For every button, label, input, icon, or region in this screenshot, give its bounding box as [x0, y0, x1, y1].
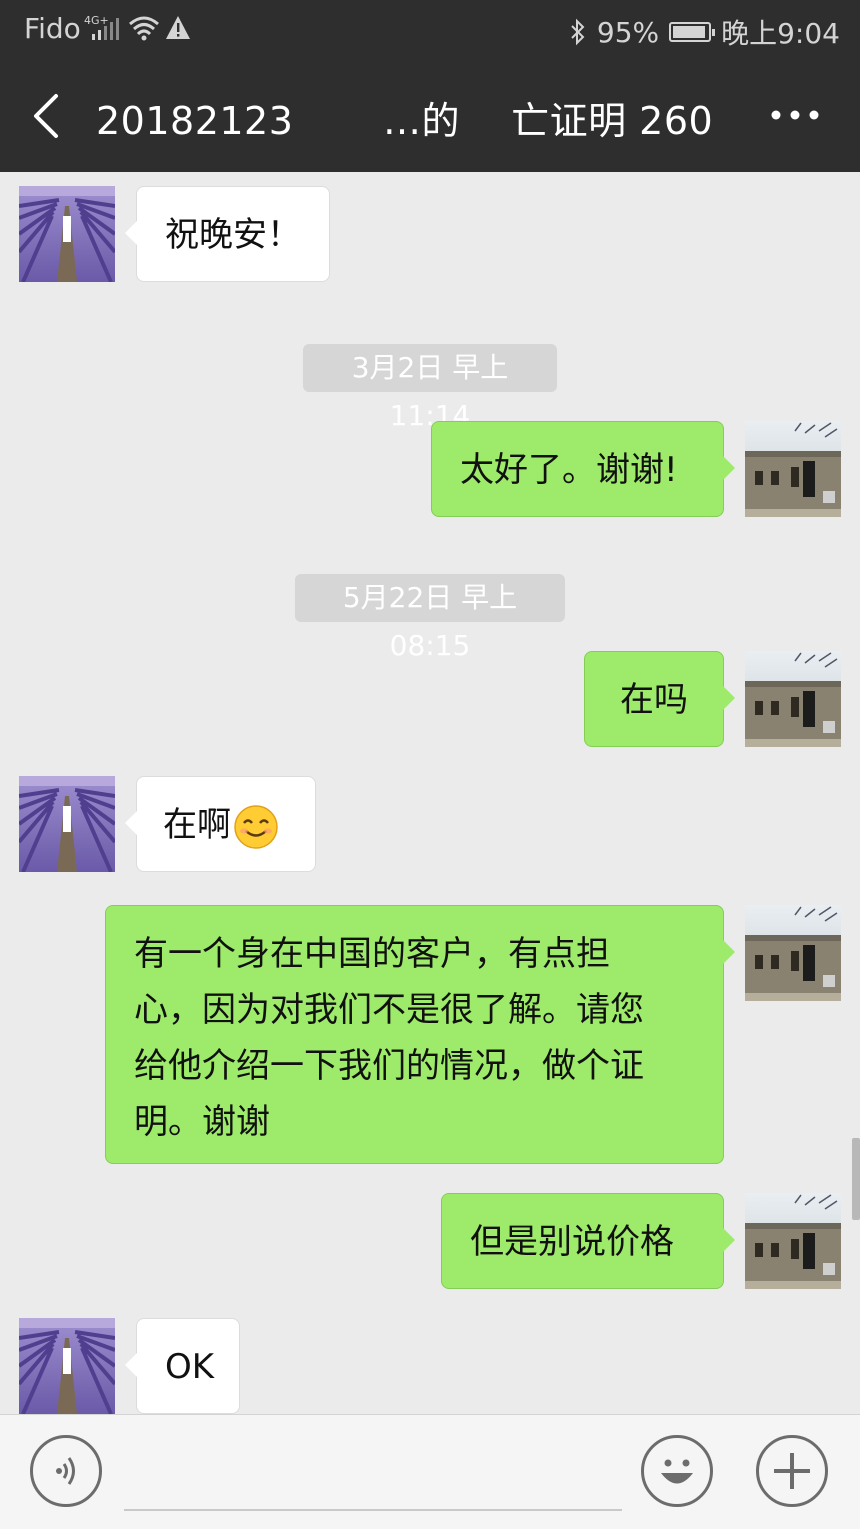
voice-button[interactable]	[30, 1435, 102, 1507]
message-bubble-incoming[interactable]: 祝晚安！	[125, 186, 330, 282]
more-dots-icon[interactable]	[770, 100, 820, 130]
battery-icon	[669, 22, 716, 42]
carrier-label: Fido	[24, 12, 81, 45]
message-line: 明。谢谢	[134, 1102, 270, 1142]
message-input[interactable]	[124, 1509, 622, 1511]
plus-icon	[774, 1453, 810, 1489]
timestamp: 3月2日 早上11:14	[303, 344, 557, 432]
emoji-button[interactable]	[641, 1435, 713, 1507]
message-line: 给他介绍一下我们的情况，做个证	[134, 1046, 644, 1086]
signal-wifi-icon: 4G+	[84, 14, 190, 41]
network-label: 4G+	[84, 14, 109, 27]
contact-avatar[interactable]	[19, 776, 115, 872]
chat-title: 20182123 …的 亡证明 260	[96, 99, 714, 143]
message-bubble-outgoing[interactable]: 太好了。谢谢!	[431, 421, 735, 517]
message-line: 有一个身在中国的客户，有点担	[134, 934, 610, 974]
back-arrow-icon[interactable]	[26, 90, 70, 142]
clock: 晚上9:04	[721, 17, 840, 50]
my-avatar[interactable]	[745, 651, 841, 747]
message-bubble-outgoing[interactable]: 但是别说价格	[441, 1193, 735, 1289]
voice-icon	[56, 1457, 75, 1485]
chat-area[interactable]: 祝晚安！ 3月2日 早上11:14 太好了。谢谢! 5月22日 早上08:15 …	[0, 172, 860, 1414]
scrollbar[interactable]	[852, 1138, 860, 1220]
input-bar	[0, 1414, 860, 1529]
timestamp: 5月22日 早上08:15	[295, 574, 565, 662]
plus-button[interactable]	[756, 1435, 828, 1507]
contact-avatar[interactable]	[19, 1318, 115, 1414]
contact-avatar[interactable]	[19, 186, 115, 282]
battery-percent: 95%	[596, 15, 660, 49]
message-bubble-incoming[interactable]: OK	[125, 1318, 240, 1414]
chat-header: 20182123 …的 亡证明 260	[0, 60, 860, 172]
battery-fill	[673, 26, 706, 38]
message-line: 心，因为对我们不是很了解。请您	[134, 990, 644, 1030]
message-bubble-incoming[interactable]: 在啊	[125, 776, 316, 872]
bluetooth-icon	[571, 18, 585, 46]
status-bar: Fido 4G+ 95% 晚上9:04	[0, 0, 860, 60]
my-avatar[interactable]	[745, 421, 841, 517]
my-avatar[interactable]	[745, 1193, 841, 1289]
smiling-face-emoji-icon	[234, 804, 278, 849]
emoji-icon	[661, 1459, 693, 1484]
status-right: 95% 晚上9:04	[569, 12, 840, 52]
message-text: 在啊	[163, 805, 231, 845]
my-avatar[interactable]	[745, 905, 841, 1001]
message-bubble-outgoing[interactable]: 有一个身在中国的客户，有点担 心，因为对我们不是很了解。请您 给他介绍一下我们的…	[105, 905, 735, 1164]
message-bubble-outgoing[interactable]: 在吗	[584, 651, 735, 747]
